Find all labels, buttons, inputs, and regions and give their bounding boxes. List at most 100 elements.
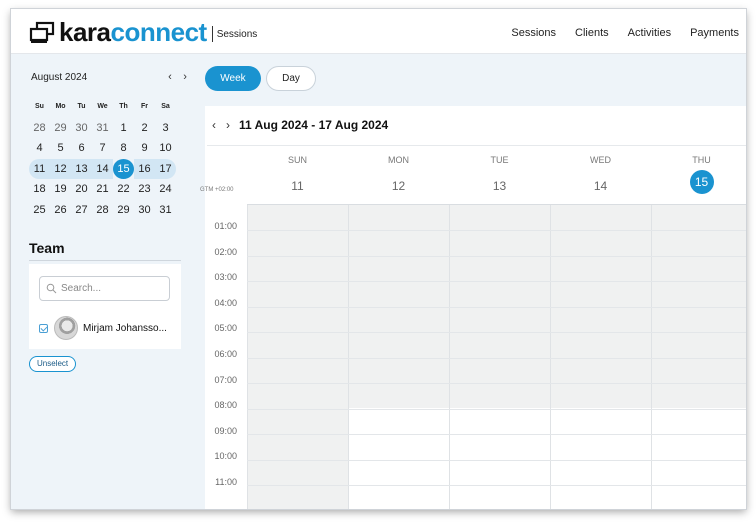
calendar-day[interactable]: 14 <box>92 158 113 179</box>
day-name: THU <box>692 155 711 165</box>
hour-label: 07:00 <box>214 375 237 385</box>
calendar-day[interactable]: 3 <box>155 118 176 138</box>
calendar-day[interactable]: 16 <box>134 158 155 179</box>
mini-calendar-prev-icon[interactable]: ‹ <box>164 71 176 83</box>
weekday-header: Tu <box>77 103 86 111</box>
hour-line <box>247 230 746 231</box>
hour-label: 08:00 <box>214 400 237 410</box>
hour-line <box>247 256 746 257</box>
day-column[interactable] <box>449 205 550 509</box>
computer-logo-icon <box>29 21 55 43</box>
nav-clients[interactable]: Clients <box>575 27 609 39</box>
calendar-day[interactable]: 23 <box>134 179 155 199</box>
hour-line <box>247 281 746 282</box>
hour-label: 01:00 <box>214 221 237 231</box>
calendar-day[interactable]: 30 <box>71 118 92 138</box>
calendar-day[interactable]: 20 <box>71 179 92 199</box>
weekday-header: We <box>97 103 108 111</box>
mini-calendar-month: August 2024 <box>31 72 88 83</box>
range-prev-icon[interactable]: ‹ <box>207 118 221 132</box>
calendar-day[interactable]: 11 <box>29 158 50 179</box>
avatar <box>54 316 78 340</box>
calendar-day[interactable]: 10 <box>155 138 176 158</box>
mini-calendar-week: 18 19 20 21 22 23 24 <box>29 179 179 200</box>
hour-label: 09:00 <box>214 426 237 436</box>
day-column-header[interactable]: WED 14 <box>550 146 651 198</box>
day-column-header[interactable]: MON 12 <box>348 146 449 198</box>
calendar-day[interactable]: 2 <box>134 118 155 138</box>
team-member-row[interactable]: Mirjam Johansso... <box>39 316 167 340</box>
calendar-day[interactable]: 13 <box>71 158 92 179</box>
day-number: 11 <box>291 179 304 193</box>
day-column-header[interactable]: TUE 13 <box>449 146 550 198</box>
day-number: 13 <box>492 179 507 193</box>
calendar-day[interactable]: 26 <box>50 200 71 220</box>
hour-line <box>247 307 746 308</box>
day-column-header-today[interactable]: THU 15 <box>651 146 746 194</box>
calendar-day[interactable]: 8 <box>113 138 134 158</box>
hour-line <box>247 409 746 410</box>
date-range-label: 11 Aug 2024 - 17 Aug 2024 <box>239 118 389 132</box>
calendar-day[interactable]: 12 <box>50 158 71 179</box>
team-panel: Search... Mirjam Johansso... <box>29 264 181 349</box>
member-name: Mirjam Johansso... <box>83 322 167 334</box>
calendar-day[interactable]: 24 <box>155 179 176 199</box>
brand-section-label: Sessions <box>216 29 258 40</box>
team-divider <box>29 260 181 261</box>
calendar-day[interactable]: 1 <box>113 118 134 138</box>
range-next-icon[interactable]: › <box>221 118 235 132</box>
calendar-day[interactable]: 28 <box>29 118 50 138</box>
day-column[interactable] <box>651 205 746 509</box>
hour-line <box>247 358 746 359</box>
day-name: MON <box>388 155 409 165</box>
main-nav: Sessions Clients Activities Payments <box>511 27 746 39</box>
calendar-day[interactable]: 17 <box>155 158 176 179</box>
calendar-day-today[interactable]: 15 <box>113 158 134 179</box>
nav-sessions[interactable]: Sessions <box>511 27 556 39</box>
day-number-today: 15 <box>689 170 714 194</box>
calendar-day[interactable]: 19 <box>50 179 71 199</box>
mini-calendar-week-selected: 11 12 13 14 15 16 17 <box>29 158 179 180</box>
calendar-day[interactable]: 27 <box>71 200 92 220</box>
calendar-day[interactable]: 7 <box>92 138 113 158</box>
calendar-day[interactable]: 28 <box>92 200 113 220</box>
calendar-day[interactable]: 6 <box>71 138 92 158</box>
calendar-day[interactable]: 18 <box>29 179 50 199</box>
calendar-day[interactable]: 4 <box>29 138 50 158</box>
app-window: kara connect Sessions Sessions Clients A… <box>11 9 746 509</box>
calendar-day[interactable]: 5 <box>50 138 71 158</box>
brand-divider <box>211 26 213 42</box>
brand-name-kara: kara <box>59 17 111 47</box>
team-search-input[interactable]: Search... <box>39 276 170 301</box>
nav-payments[interactable]: Payments <box>690 27 739 39</box>
member-checkbox[interactable] <box>39 323 48 333</box>
day-column[interactable] <box>550 205 651 509</box>
calendar-day[interactable]: 22 <box>113 179 134 199</box>
weekday-header: Sa <box>161 103 170 111</box>
hour-label: 03:00 <box>214 272 237 282</box>
calendar-day[interactable]: 29 <box>113 200 134 220</box>
mini-calendar-next-icon[interactable]: › <box>179 71 191 83</box>
calendar-day[interactable]: 25 <box>29 200 50 220</box>
calendar-day[interactable]: 31 <box>92 118 113 138</box>
calendar-day[interactable]: 30 <box>134 200 155 220</box>
weekday-header: Su <box>35 103 44 111</box>
unselect-button[interactable]: Unselect <box>29 356 77 372</box>
calendar-day[interactable]: 31 <box>155 200 176 220</box>
calendar-day[interactable]: 29 <box>50 118 71 138</box>
day-number: 14 <box>593 179 608 193</box>
calendar-day[interactable]: 21 <box>92 179 113 199</box>
day-column-header[interactable]: SUN 11 <box>247 146 348 198</box>
day-column[interactable] <box>247 205 348 509</box>
view-toolbar: Week Day <box>194 54 746 106</box>
day-column[interactable] <box>348 205 449 509</box>
weekday-header: Fr <box>141 103 148 111</box>
calendar-day[interactable]: 9 <box>134 138 155 158</box>
nav-activities[interactable]: Activities <box>628 27 671 39</box>
day-name: WED <box>590 155 611 165</box>
day-view-button[interactable]: Day <box>266 66 316 91</box>
mini-calendar-grid: Su Mo Tu We Th Fr Sa 28 29 30 31 1 2 3 4… <box>29 97 179 220</box>
brand-logo[interactable]: kara connect Sessions <box>29 19 257 45</box>
week-view-button[interactable]: Week <box>205 66 261 91</box>
weekday-header: Mo <box>55 103 66 111</box>
